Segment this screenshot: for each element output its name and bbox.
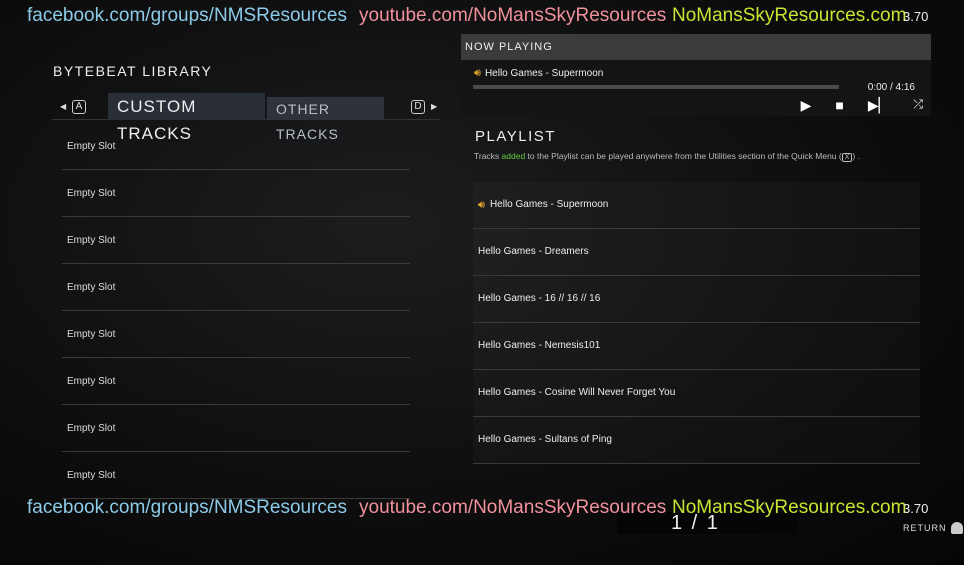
playlist-title: PLAYLIST	[475, 128, 556, 145]
playlist: 🔊︎ Hello Games - Supermoon Hello Games - …	[473, 182, 920, 464]
playlist-item-label: Hello Games - Cosine Will Never Forget Y…	[478, 387, 676, 398]
library-title: BYTEBEAT LIBRARY	[53, 63, 213, 79]
note-added: added	[501, 151, 526, 161]
playlist-item-label: Hello Games - Supermoon	[489, 199, 609, 210]
speaker-icon: 🔊︎	[474, 67, 481, 79]
version-label: 3.70	[903, 9, 929, 24]
arrow-right-icon[interactable]: ▶	[431, 102, 437, 111]
top-watermark-banner: facebook.com/groups/NMSResources youtube…	[27, 5, 928, 27]
site-link: NoMansSkyResources.com	[672, 497, 907, 518]
track-slot[interactable]: Empty Slot	[62, 264, 410, 311]
youtube-link: youtube.com/NoMansSkyResources	[359, 5, 667, 26]
playlist-item-label: Hello Games - Sultans of Ping	[478, 434, 612, 445]
mouse-icon	[950, 522, 963, 534]
now-playing-header: NOW PLAYING	[461, 34, 931, 60]
play-icon[interactable]: ▶	[801, 97, 812, 114]
track-slot[interactable]: Empty Slot	[62, 452, 410, 499]
shuffle-icon[interactable]: ⤮	[913, 97, 923, 114]
facebook-link: facebook.com/groups/NMSResources	[27, 5, 347, 26]
facebook-link: facebook.com/groups/NMSResources	[27, 497, 347, 518]
playlist-item[interactable]: Hello Games - Cosine Will Never Forget Y…	[473, 370, 920, 417]
version-label: 3.70	[903, 501, 929, 516]
speaker-icon: 🔊︎	[478, 199, 485, 211]
playlist-item-label: Hello Games - Nemesis101	[478, 340, 601, 351]
playlist-item[interactable]: 🔊︎ Hello Games - Supermoon	[473, 182, 920, 229]
progress-bar[interactable]	[473, 85, 839, 89]
playlist-item-label: Hello Games - Dreamers	[478, 246, 589, 257]
return-label: RETURN	[903, 523, 947, 533]
tab-other-tracks[interactable]: OTHER TRACKS	[267, 97, 384, 142]
key-d-icon[interactable]: D	[411, 100, 425, 114]
track-slot-list: Empty Slot Empty Slot Empty Slot Empty S…	[62, 123, 410, 499]
track-slot[interactable]: Empty Slot	[62, 311, 410, 358]
track-slot[interactable]: Empty Slot	[62, 123, 410, 170]
playlist-item-label: Hello Games - 16 // 16 // 16	[478, 293, 601, 304]
arrow-left-icon[interactable]: ◀	[60, 102, 66, 111]
track-time: 0:00 / 4:16	[867, 82, 915, 93]
bottom-watermark-banner: facebook.com/groups/NMSResources youtube…	[27, 497, 928, 519]
playlist-item[interactable]: Hello Games - 16 // 16 // 16	[473, 276, 920, 323]
track-slot[interactable]: Empty Slot	[62, 358, 410, 405]
now-playing-track: Hello Games - Supermoon	[484, 68, 604, 79]
note-text: Tracks	[474, 151, 502, 161]
note-text: to the Playlist can be played anywhere f…	[525, 151, 842, 161]
playlist-item[interactable]: Hello Games - Nemesis101	[473, 323, 920, 370]
playlist-item[interactable]: Hello Games - Sultans of Ping	[473, 417, 920, 464]
key-x-icon: X	[841, 153, 853, 162]
now-playing-panel: NOW PLAYING 🔊︎ Hello Games - Supermoon 0:…	[461, 34, 931, 116]
note-text: ) .	[852, 151, 860, 161]
track-slot[interactable]: Empty Slot	[62, 405, 410, 452]
site-link: NoMansSkyResources.com	[672, 5, 907, 26]
playlist-item[interactable]: Hello Games - Dreamers	[473, 229, 920, 276]
track-slot[interactable]: Empty Slot	[62, 217, 410, 264]
youtube-link: youtube.com/NoMansSkyResources	[359, 497, 667, 518]
track-slot[interactable]: Empty Slot	[62, 170, 410, 217]
playlist-note: Tracks added to the Playlist can be play…	[474, 151, 860, 162]
return-button[interactable]: RETURN	[903, 522, 963, 534]
library-tabs: ◀ A CUSTOM TRACKS OTHER TRACKS D ▶	[52, 93, 440, 143]
tab-custom-tracks[interactable]: CUSTOM TRACKS	[108, 93, 265, 143]
next-track-icon[interactable]: ▶▏	[868, 97, 890, 114]
stop-icon[interactable]: ■	[835, 97, 843, 114]
key-a-icon[interactable]: A	[72, 100, 86, 114]
